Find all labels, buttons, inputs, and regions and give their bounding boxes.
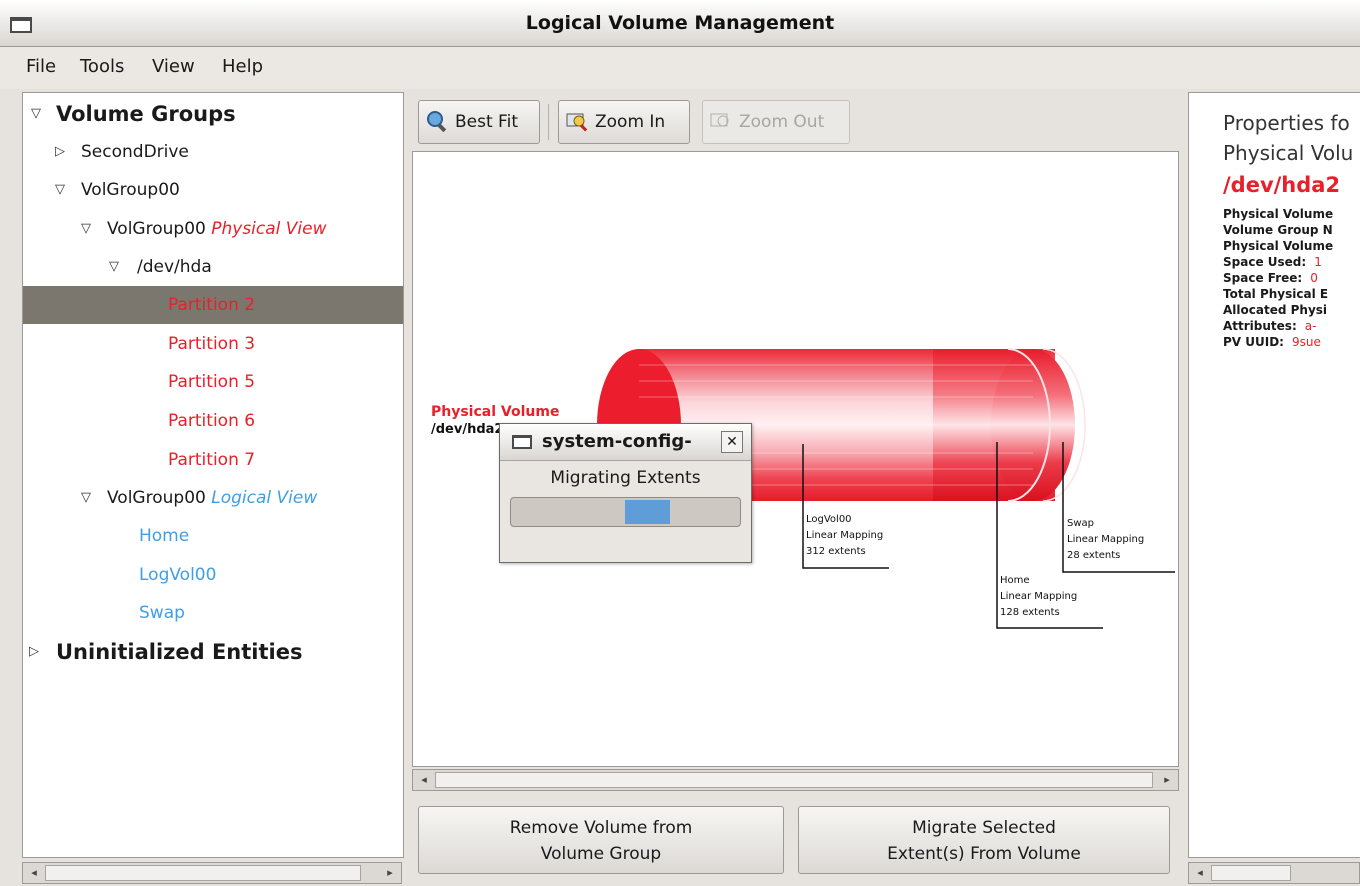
pv-title: Physical Volume <box>431 404 560 420</box>
menu-view[interactable]: View <box>152 56 195 77</box>
tree-item-dev-hda[interactable]: ▽ /dev/hda <box>23 248 403 286</box>
tree-item-volgroup00[interactable]: ▽ VolGroup00 <box>23 171 403 209</box>
menu-help[interactable]: Help <box>222 56 263 77</box>
tree-item-seconddrive[interactable]: ▷ SecondDrive <box>23 133 403 171</box>
tree-item-partition-5[interactable]: Partition 5 <box>23 363 403 401</box>
toolbar-separator <box>548 104 549 140</box>
migration-progress-dialog: system-config- ✕ Migrating Extents <box>499 423 752 563</box>
expander-expanded-icon[interactable]: ▽ <box>81 479 91 517</box>
pv-device: /dev/hda2 <box>431 422 504 437</box>
canvas-hscrollbar[interactable]: ◂ ▸ <box>412 769 1179 791</box>
lv-label-logvol00: LogVol00 Linear Mapping 312 extents <box>806 514 884 557</box>
properties-hscrollbar[interactable]: ◂ <box>1188 862 1360 884</box>
tree-hscrollbar[interactable]: ◂ ▸ <box>22 862 402 884</box>
lv-label-swap: Swap Linear Mapping 28 extents <box>1067 518 1145 561</box>
tree-item-logvol00[interactable]: LogVol00 <box>23 556 403 594</box>
dialog-titlebar[interactable]: system-config- ✕ <box>500 424 751 461</box>
canvas-scroll-thumb[interactable] <box>435 772 1153 788</box>
tree-item-volume-groups[interactable]: ▽ Volume Groups <box>23 95 403 133</box>
tree-item-partition-2[interactable]: Partition 2 <box>23 286 403 324</box>
tree-item-uninitialized[interactable]: ▷ Uninitialized Entities <box>23 633 403 671</box>
scroll-right-icon[interactable]: ▸ <box>381 864 399 882</box>
expander-expanded-icon[interactable]: ▽ <box>81 210 91 248</box>
migration-progress-bar <box>510 497 741 527</box>
tree-item-logical-view[interactable]: ▽ VolGroup00 Logical View <box>23 479 403 517</box>
expander-expanded-icon[interactable]: ▽ <box>31 95 41 133</box>
menu-tools[interactable]: Tools <box>80 56 124 77</box>
lv-label-home: Home Linear Mapping 128 extents <box>1000 575 1078 618</box>
volume-tree[interactable]: ▽ Volume Groups ▷ SecondDrive ▽ VolGroup… <box>22 92 404 858</box>
menu-bar: File Tools View Help <box>0 47 1360 89</box>
property-row: Attributes: a- <box>1223 319 1317 333</box>
window-titlebar: Logical Volume Management <box>0 0 1360 47</box>
property-row: Space Free: 0 <box>1223 271 1318 285</box>
menu-file[interactable]: File <box>26 56 56 77</box>
remove-volume-button[interactable]: Remove Volume from Volume Group <box>418 806 784 874</box>
progress-pulse <box>625 500 670 524</box>
zoom-in-icon <box>566 113 588 132</box>
dialog-message: Migrating Extents <box>550 468 701 488</box>
properties-panel: Properties fo Physical Volu /dev/hda2 Ph… <box>1188 92 1360 858</box>
migrate-extents-button[interactable]: Migrate Selected Extent(s) From Volume <box>798 806 1170 874</box>
property-row: Total Physical E <box>1223 287 1329 301</box>
dialog-title: system-config- <box>542 431 692 452</box>
expander-expanded-icon[interactable]: ▽ <box>109 248 119 286</box>
scroll-left-icon[interactable]: ◂ <box>1191 864 1209 882</box>
expander-expanded-icon[interactable]: ▽ <box>55 171 65 209</box>
property-row: PV UUID: 9sue <box>1223 335 1321 349</box>
zoom-out-icon <box>710 113 729 127</box>
tree-item-partition-6[interactable]: Partition 6 <box>23 402 403 440</box>
property-row: Space Used: 1 <box>1223 255 1322 269</box>
property-row: Allocated Physi <box>1223 303 1328 317</box>
tree-scroll-thumb[interactable] <box>45 865 361 881</box>
properties-heading-2: Physical Volu <box>1223 141 1354 165</box>
properties-scroll-thumb[interactable] <box>1211 865 1291 881</box>
property-row: Physical Volume <box>1223 239 1334 253</box>
zoom-out-button[interactable]: Zoom Out <box>702 100 850 144</box>
expander-collapsed-icon[interactable]: ▷ <box>29 633 39 671</box>
scroll-right-icon[interactable]: ▸ <box>1158 771 1176 789</box>
scroll-left-icon[interactable]: ◂ <box>25 864 43 882</box>
tree-item-partition-3[interactable]: Partition 3 <box>23 325 403 363</box>
properties-device: /dev/hda2 <box>1223 173 1341 197</box>
zoom-in-button[interactable]: Zoom In <box>558 100 690 144</box>
tree-item-home[interactable]: Home <box>23 517 403 555</box>
tree-item-partition-7[interactable]: Partition 7 <box>23 441 403 479</box>
expander-collapsed-icon[interactable]: ▷ <box>55 133 65 171</box>
property-row: Volume Group N <box>1223 223 1333 237</box>
tree-item-swap[interactable]: Swap <box>23 594 403 632</box>
scroll-left-icon[interactable]: ◂ <box>415 771 433 789</box>
window-title: Logical Volume Management <box>525 12 835 34</box>
best-fit-button[interactable]: Best Fit <box>418 100 540 144</box>
close-icon[interactable]: ✕ <box>721 431 743 453</box>
properties-heading-1: Properties fo <box>1223 111 1350 135</box>
tree-item-physical-view[interactable]: ▽ VolGroup00 Physical View <box>23 210 403 248</box>
property-row: Physical Volume <box>1223 207 1334 221</box>
magnifier-icon <box>427 111 447 132</box>
window-menu-icon[interactable] <box>512 435 532 449</box>
